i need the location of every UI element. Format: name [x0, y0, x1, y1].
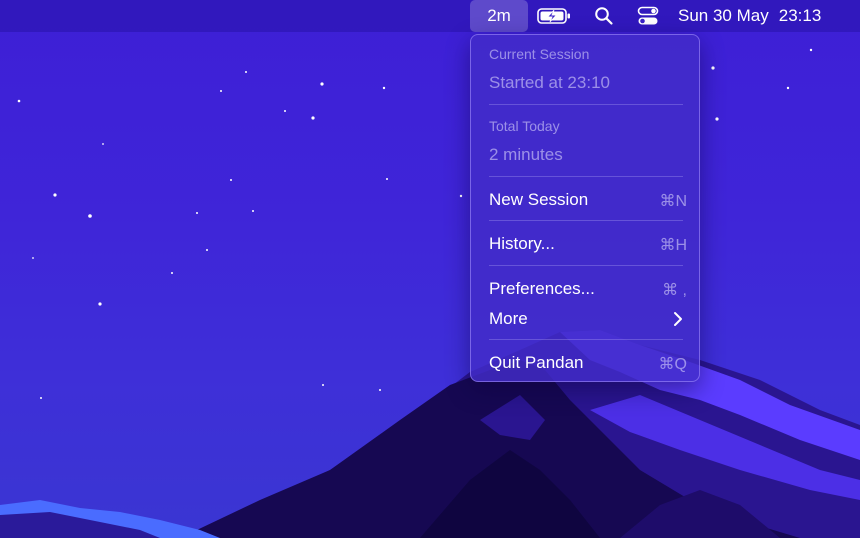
battery-charging-icon[interactable] — [534, 0, 574, 32]
control-center-icon[interactable] — [634, 0, 662, 32]
menu-item-quit[interactable]: Quit Pandan ⌘Q — [477, 349, 693, 377]
menu-bar: 2m Sun 30 May 23:13 — [0, 0, 860, 32]
current-session-label: Current Session — [489, 46, 590, 62]
menu-item-label: History... — [489, 234, 555, 253]
total-today-label: Total Today — [489, 118, 560, 134]
menu-item-new-session[interactable]: New Session ⌘N — [477, 186, 693, 214]
menu-item-shortcut: ⌘H — [659, 237, 687, 254]
menu-item-label: Preferences... — [489, 279, 595, 298]
menu-item-preferences[interactable]: Preferences... ⌘ , — [477, 275, 693, 303]
clock-time: 23:13 — [778, 6, 822, 25]
menu-item-shortcut: ⌘ , — [662, 282, 687, 299]
menu-item-label: New Session — [489, 190, 589, 209]
wallpaper-image — [0, 48, 860, 538]
chevron-right-icon — [674, 312, 682, 326]
menu-item-history[interactable]: History... ⌘H — [477, 230, 693, 258]
menu-separator — [489, 220, 683, 221]
menu-item-shortcut: ⌘N — [659, 193, 687, 210]
menu-item-more[interactable]: More — [477, 305, 693, 333]
timer-dropdown-menu: Current Session Started at 23:10 Total T… — [470, 34, 700, 382]
menu-separator — [489, 176, 683, 177]
current-session-value: Started at 23:10 — [489, 73, 610, 92]
timer-label: 2m — [487, 6, 511, 25]
menu-separator — [489, 104, 683, 105]
menu-separator — [489, 265, 683, 266]
desktop: 2m Sun 30 May 23:13 Current Session Star… — [0, 0, 860, 538]
menu-item-label: Quit Pandan — [489, 353, 584, 372]
menu-item-shortcut: ⌘Q — [658, 356, 687, 373]
clock[interactable]: Sun 30 May 23:13 — [678, 0, 838, 32]
menu-item-label: More — [489, 309, 528, 328]
menu-separator — [489, 339, 683, 340]
search-icon[interactable] — [590, 0, 618, 32]
total-today-value: 2 minutes — [489, 145, 563, 164]
clock-date: Sun 30 May — [678, 6, 769, 25]
timer-menu-extra[interactable]: 2m — [470, 0, 528, 32]
